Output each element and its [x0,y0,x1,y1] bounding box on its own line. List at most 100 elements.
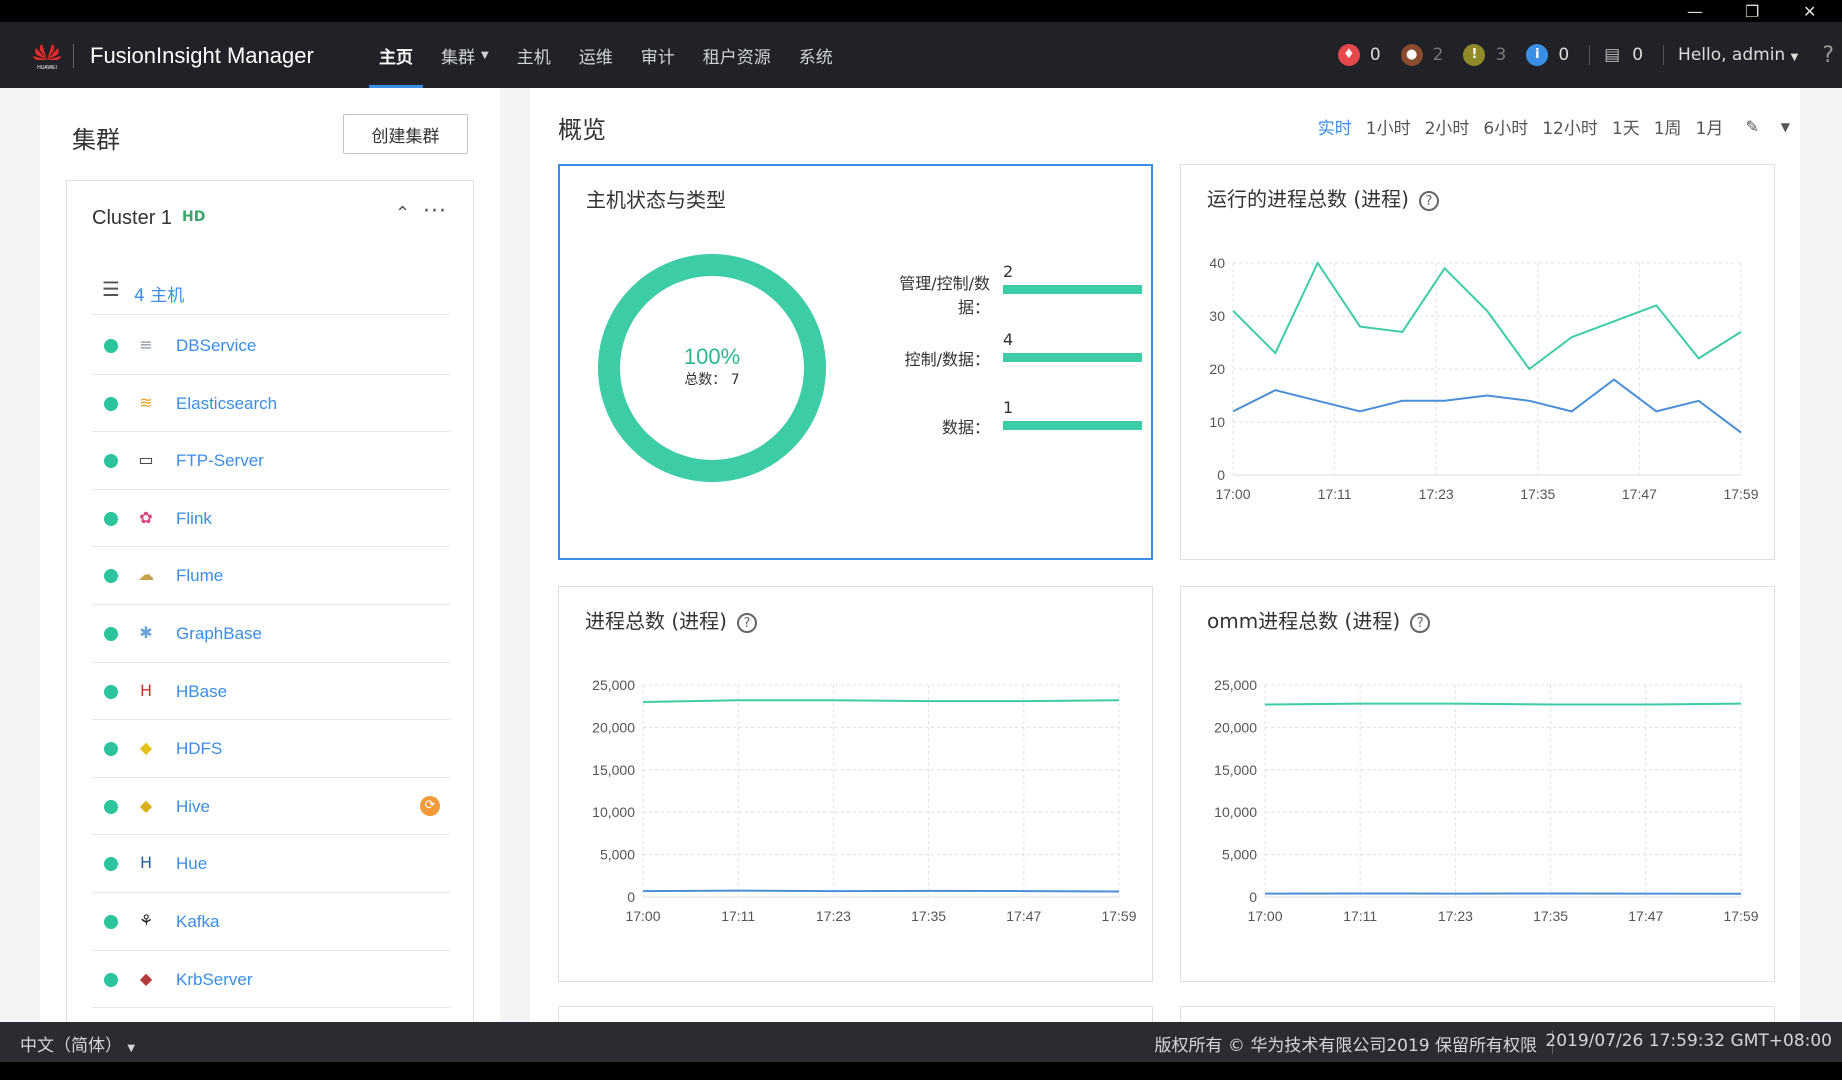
elasticsearch-icon: ≋ [139,392,153,412]
alarm-item[interactable]: ● 2 [1400,44,1444,66]
x-tick-label: 17:35 [911,908,946,924]
user-menu[interactable]: Hello, admin ▼ [1678,45,1798,65]
service-name[interactable]: Hive [176,797,210,817]
status-good-icon [104,742,118,757]
chevron-down-icon[interactable]: ▼ [1781,120,1790,134]
top-navigation-bar: HUAWEI FusionInsight Manager 主页 集群 ▼ 主机 运维 审计… [0,22,1842,88]
service-row[interactable]: ⚘ Kafka [92,893,450,951]
graphbase-icon: ✱ [139,622,153,642]
nav-item-2[interactable]: 主机 [503,22,565,88]
nav-item-4[interactable]: 审计 [627,22,689,88]
x-tick-label: 17:23 [816,908,851,924]
ftp-server-icon: ▭ [138,450,154,470]
service-row[interactable]: ▭ FTP-Server [92,432,450,490]
nav-item-0[interactable]: 主页 [365,22,427,88]
status-good-icon [104,511,118,526]
service-row[interactable]: ◆ Hive ⟳ [92,778,450,836]
bar-label: 控制/数据： [905,350,990,369]
help-icon[interactable]: ? [1822,43,1834,68]
nav-item-6[interactable]: 系统 [785,22,847,88]
x-tick-label: 17:11 [1318,486,1352,502]
flume-icon: ☁ [138,565,154,585]
flink-icon: ✿ [139,507,153,527]
x-tick-label: 17:35 [1533,908,1568,924]
service-row[interactable]: ≋ Elasticsearch [92,375,450,433]
nav-item-1[interactable]: 集群 ▼ [427,22,503,88]
time-option[interactable]: 6小时 [1483,114,1528,139]
kafka-icon: ⚘ [138,910,154,930]
create-cluster-button[interactable]: 创建集群 [343,114,468,154]
tasks-item[interactable]: ▤ 0 [1604,45,1643,65]
service-row[interactable]: ✱ GraphBase [92,605,450,663]
edit-icon[interactable]: ✎ [1745,117,1758,136]
collapse-icon[interactable]: ⌃ [395,203,410,224]
service-row[interactable]: ☁ Flume [92,547,450,605]
time-option[interactable]: 1天 [1612,114,1640,139]
service-row[interactable]: H Hue [92,835,450,893]
y-tick-label: 10,000 [592,804,635,820]
critical-alarm-icon: ♦ [1337,44,1360,66]
status-good-icon [104,339,118,353]
service-name[interactable]: DBService [176,336,256,356]
language-selector[interactable]: 中文（简体） ▼ [20,1031,135,1056]
info-alarm-icon: i [1526,44,1549,66]
overview-title: 概览 [558,116,606,144]
host-status-card[interactable]: 主机状态与类型 100% 总数： 7 2 管理/控制/数 据： 4 控制/数据： 1 数据： [558,164,1153,560]
service-row[interactable]: ≡ DBService [92,317,450,375]
cluster-name[interactable]: Cluster 1 [92,207,172,230]
footer-bar: 中文（简体） ▼ 版权所有 © 华为技术有限公司2019 保留所有权限 2019… [0,1022,1842,1062]
time-option[interactable]: 实时 [1318,114,1352,139]
bar-label: 数据： [942,418,990,437]
service-name[interactable]: Flink [176,509,212,529]
status-good-icon [104,684,118,699]
time-option[interactable]: 1月 [1696,114,1724,139]
time-option[interactable]: 12小时 [1542,114,1598,139]
service-name[interactable]: Kafka [176,912,219,932]
x-tick-label: 17:00 [1247,908,1282,924]
service-name[interactable]: Elasticsearch [176,394,277,414]
service-row[interactable]: ◆ HDFS [92,720,450,778]
service-list: ≡ DBService ≋ Elasticsearch ▭ FTP-Server ✿ Flin… [92,317,450,1009]
status-good-icon [104,799,118,814]
cluster-panel-title: 集群 [72,126,120,154]
service-row[interactable]: H HBase [92,663,450,721]
service-name[interactable]: HBase [176,682,227,702]
hosts-row[interactable]: ☰ 4 主机 [92,265,450,315]
time-option[interactable]: 1小时 [1366,114,1411,139]
time-option[interactable]: 2小时 [1425,114,1470,139]
alarm-item[interactable]: ♦ 0 [1337,44,1381,66]
y-tick-label: 5,000 [1222,847,1257,863]
nav-item-5[interactable]: 租户资源 [689,22,785,88]
main-content: 集群 创建集群 Cluster 1 HD ⌃ ··· ☰ 4 主机 ≡ DBSer… [0,88,1842,1022]
x-tick-label: 17:11 [1343,908,1377,924]
more-icon[interactable]: ··· [423,199,447,224]
minimize-icon[interactable]: — [1687,2,1703,21]
alarm-item[interactable]: i0 [1526,44,1569,66]
running-process-card: 运行的进程总数 (进程)? 0 10 20 30 40 17:00 17:11 17:23 17… [1180,164,1775,560]
restore-icon[interactable]: ❐ [1745,2,1759,21]
service-row[interactable]: ◆ KrbServer [92,951,450,1009]
alarm-count: 2 [1432,45,1444,65]
greeting-text: Hello, admin [1678,45,1786,65]
x-tick-label: 17:23 [1419,486,1454,502]
service-name[interactable]: HDFS [176,739,222,759]
close-icon[interactable]: ✕ [1803,2,1816,21]
service-row[interactable]: ✿ Flink [92,490,450,548]
krbserver-icon: ◆ [139,968,153,988]
huawei-logo-icon: HUAWEI [33,44,61,71]
service-name[interactable]: Flume [176,566,223,586]
service-name[interactable]: FTP-Server [176,451,264,471]
service-name[interactable]: GraphBase [176,624,262,644]
donut-total: 总数： 7 [684,372,739,388]
nav-item-3[interactable]: 运维 [565,22,627,88]
service-name[interactable]: KrbServer [176,970,253,990]
hosts-link[interactable]: 4 主机 [134,281,184,306]
restart-required-icon[interactable]: ⟳ [420,795,440,816]
service-name[interactable]: Hue [176,854,207,874]
time-option[interactable]: 1周 [1654,114,1682,139]
bar-value: 2 [1003,262,1013,281]
status-good-icon [104,626,118,641]
nav-label: 运维 [578,47,613,68]
series-line-0 [642,699,1120,703]
alarm-item[interactable]: ! 3 [1463,44,1506,66]
